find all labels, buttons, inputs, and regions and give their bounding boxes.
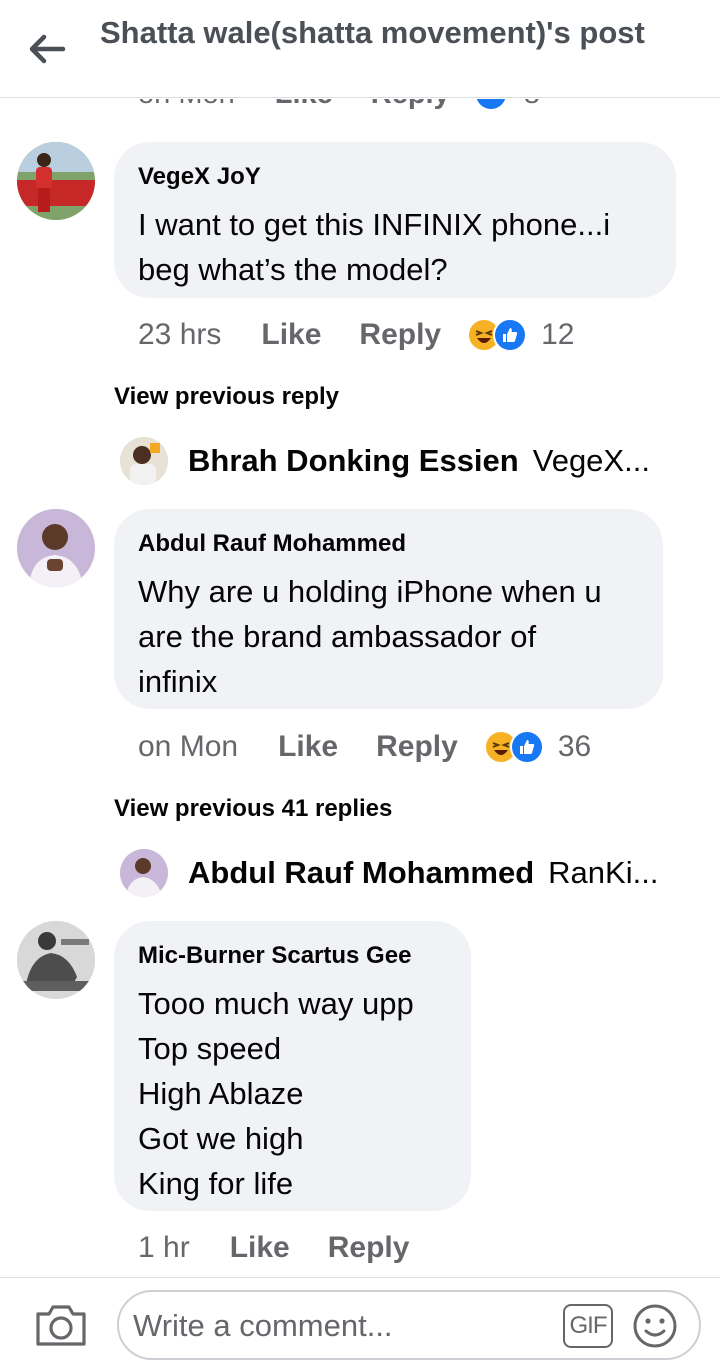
reply-preview[interactable]: Bhrah Donking Essien VegeX... [120,437,650,485]
avatar[interactable] [17,142,95,220]
comment-time: 23 hrs [138,318,222,351]
view-previous-replies-link[interactable]: View previous 41 replies [114,794,392,824]
like-link[interactable]: Like [230,1231,290,1265]
comment-bubble[interactable]: Abdul Rauf Mohammed Why are u holding iP… [114,509,663,709]
back-button[interactable] [22,26,72,72]
like-reaction-icon [475,99,506,109]
like-link[interactable]: Like [261,318,321,352]
reply-link[interactable]: Reply [359,318,441,352]
reaction-count[interactable]: 36 [558,730,591,764]
gif-icon: GIF [569,1312,608,1339]
camera-button[interactable] [34,1302,90,1350]
reactions-summary[interactable] [467,318,531,352]
comment-author[interactable]: VegeX JoY [138,162,652,192]
comment-time: on Mon [138,730,239,763]
comment-author[interactable]: Mic-Burner Scartus Gee [138,941,447,971]
view-previous-replies-link[interactable]: View previous reply [114,382,339,412]
reply-link[interactable]: Reply [328,1231,410,1265]
page-title: Shatta wale(shatta movement)'s post [100,15,645,50]
like-reaction-icon [509,730,544,764]
reply-link[interactable]: Reply [371,99,450,111]
comment-text: Why are u holding iPhone when u are the … [138,574,602,699]
comment-text: I want to get this INFINIX phone...i beg… [138,207,611,287]
comment-bubble[interactable]: VegeX JoY I want to get this INFINIX pho… [114,142,676,298]
comment-time: 1 hr [138,1231,190,1264]
comment-actions: 1 hr Like Reply [138,1226,447,1270]
reply-preview[interactable]: Abdul Rauf Mohammed RanKi... [120,849,658,897]
camera-icon [36,1305,86,1346]
reactions-summary[interactable] [483,730,548,764]
comments-list: on Mon Like Reply 8 VegeX JoY I want to … [0,99,720,1276]
reply-snippet: RanKi... [548,855,659,890]
comment-input-box[interactable]: GIF [117,1290,701,1360]
comment-composer: GIF [0,1277,720,1368]
comment-bubble[interactable]: Mic-Burner Scartus Gee Tooo much way upp… [114,921,471,1211]
reaction-count[interactable]: 12 [541,318,574,352]
emoji-icon [633,1304,677,1348]
previous-comment-actions: on Mon Like Reply 8 [138,99,540,111]
reply-link[interactable]: Reply [376,730,458,764]
gif-button[interactable]: GIF [563,1304,613,1348]
comment-actions: 23 hrs Like Reply 12 [138,313,575,357]
reply-author[interactable]: Bhrah Donking Essien [188,443,519,479]
avatar[interactable] [120,849,168,897]
reply-snippet: VegeX... [532,443,650,478]
like-link[interactable]: Like [278,730,338,764]
reaction-count: 8 [524,99,540,111]
comment-time: on Mon [138,99,235,111]
comment-text: Tooo much way upp Top speed High Ablaze … [138,986,414,1201]
arrow-left-icon [29,34,66,64]
comment-actions: on Mon Like Reply 36 [138,725,591,769]
avatar[interactable] [17,921,95,999]
reply-author[interactable]: Abdul Rauf Mohammed [188,855,534,891]
top-bar: Shatta wale(shatta movement)'s post [0,0,720,98]
avatar[interactable] [17,509,95,587]
avatar[interactable] [120,437,168,485]
like-link[interactable]: Like [275,99,333,111]
comment-input[interactable] [133,1302,553,1350]
comment-author[interactable]: Abdul Rauf Mohammed [138,529,639,559]
like-reaction-icon [493,318,528,352]
emoji-button[interactable] [631,1302,679,1350]
